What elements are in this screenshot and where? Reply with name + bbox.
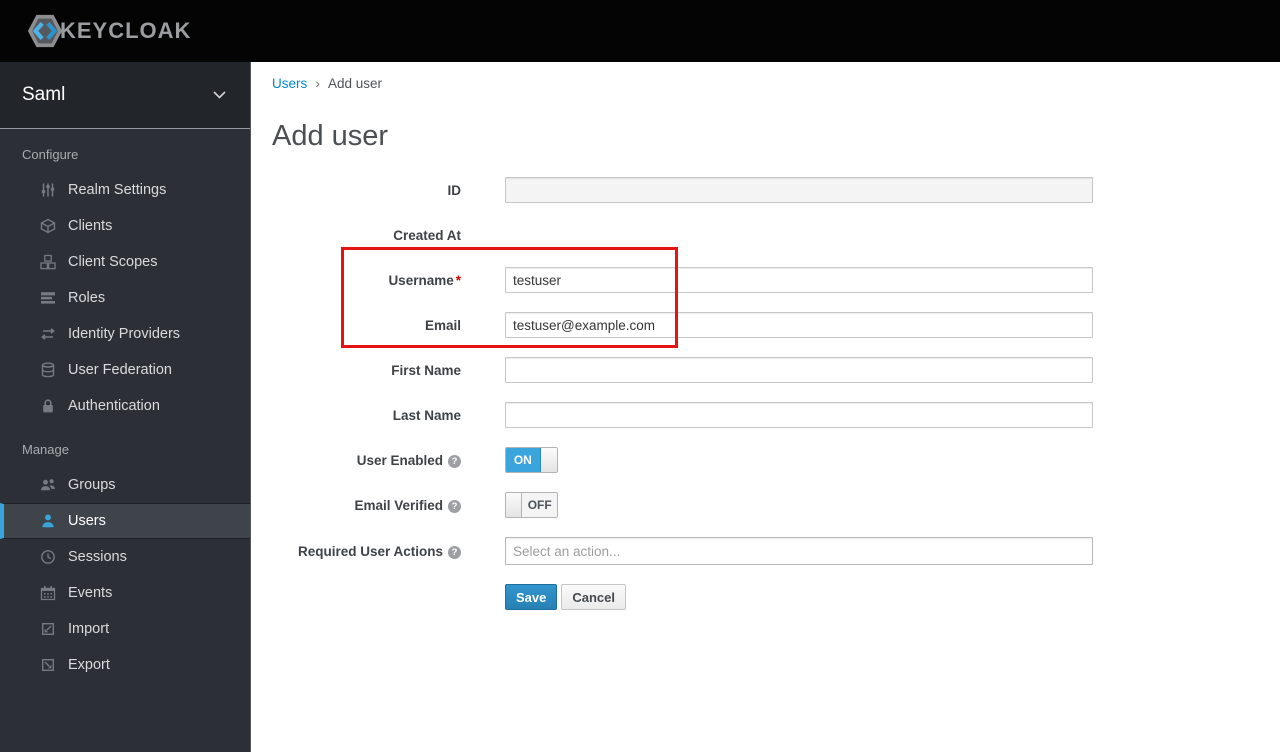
cubes-icon	[40, 254, 56, 270]
clock-icon	[40, 549, 56, 565]
help-icon[interactable]: ?	[448, 499, 461, 513]
required-user-actions-select[interactable]	[505, 537, 1093, 565]
lock-icon	[40, 398, 56, 414]
sidebar-item-label: Authentication	[68, 398, 160, 414]
realm-name: Saml	[22, 84, 66, 105]
app-header: KEYCLOAK	[0, 0, 1280, 62]
email-verified-toggle[interactable]: OFF	[505, 492, 558, 518]
form-row-user-enabled: User Enabled? ON	[272, 447, 1093, 473]
last-name-field[interactable]	[505, 402, 1093, 428]
sidebar-item-user-federation[interactable]: User Federation	[0, 352, 250, 388]
user-enabled-toggle[interactable]: ON	[505, 447, 558, 473]
cube-icon	[40, 218, 56, 234]
sidebar-section-configure: Configure	[22, 147, 79, 162]
toggle-handle	[540, 448, 557, 472]
sidebar-item-label: User Federation	[68, 362, 172, 378]
email-verified-label: Email Verified?	[272, 498, 461, 513]
form-row-required-user-actions: Required User Actions?	[272, 537, 1093, 565]
realm-selector[interactable]: Saml	[0, 62, 250, 129]
sidebar-item-label: Export	[68, 657, 110, 673]
help-icon[interactable]: ?	[448, 454, 461, 468]
cancel-button[interactable]: Cancel	[561, 584, 627, 610]
sidebar-item-roles[interactable]: Roles	[0, 280, 250, 316]
database-icon	[40, 362, 56, 378]
toggle-handle	[506, 493, 523, 517]
last-name-label: Last Name	[392, 407, 461, 423]
form-row-username: Username *	[272, 267, 1093, 293]
username-label: Username *	[388, 272, 461, 288]
first-name-label: First Name	[391, 362, 461, 378]
sidebar-item-groups[interactable]: Groups	[0, 467, 250, 503]
required-user-actions-label: Required User Actions?	[272, 544, 461, 559]
breadcrumb-separator-icon: ›	[315, 75, 320, 91]
sidebar-item-label: Sessions	[68, 549, 127, 565]
email-field[interactable]	[505, 312, 1093, 338]
username-field[interactable]	[505, 267, 1093, 293]
sidebar-item-authentication[interactable]: Authentication	[0, 388, 250, 424]
sidebar-item-label: Users	[68, 513, 106, 529]
form-row-email: Email	[272, 312, 1093, 338]
sliders-icon	[40, 182, 56, 198]
sidebar-item-events[interactable]: Events	[0, 575, 250, 611]
sidebar-item-label: Roles	[68, 290, 106, 306]
user-icon	[40, 513, 56, 529]
sidebar-item-sessions[interactable]: Sessions	[0, 539, 250, 575]
sidebar-item-export[interactable]: Export	[0, 647, 250, 683]
list-icon	[40, 290, 56, 306]
calendar-icon	[40, 585, 56, 601]
sidebar-item-import[interactable]: Import	[0, 611, 250, 647]
required-asterisk: *	[455, 272, 461, 288]
created-at-label: Created At	[393, 227, 461, 243]
sidebar-item-client-scopes[interactable]: Client Scopes	[0, 244, 250, 280]
form-row-id: ID	[272, 177, 1093, 203]
form-row-email-verified: Email Verified? OFF	[272, 492, 1093, 518]
id-field[interactable]	[505, 177, 1093, 203]
chevron-down-icon	[213, 91, 226, 99]
sidebar-item-label: Events	[68, 585, 113, 601]
sidebar: Saml Configure Realm Settings Clients Cl…	[0, 62, 251, 752]
exchange-arrows-icon	[40, 326, 56, 342]
breadcrumb: Users › Add user	[272, 75, 382, 91]
import-icon	[40, 621, 56, 637]
sidebar-item-label: Import	[68, 621, 110, 637]
form-row-last-name: Last Name	[272, 402, 1093, 428]
sidebar-item-clients[interactable]: Clients	[0, 208, 250, 244]
form-actions: Save Cancel	[505, 584, 1093, 610]
sidebar-item-identity-providers[interactable]: Identity Providers	[0, 316, 250, 352]
add-user-form: ID Created At Username* Email First Name…	[272, 177, 1093, 610]
form-row-created-at: Created At	[272, 222, 1093, 248]
toggle-on-label: ON	[506, 448, 541, 472]
sidebar-item-label: Client Scopes	[68, 254, 158, 270]
form-row-first-name: First Name	[272, 357, 1093, 383]
user-enabled-label: User Enabled?	[272, 453, 461, 468]
toggle-off-label: OFF	[522, 493, 557, 517]
email-label: Email	[424, 317, 461, 333]
keycloak-hexagon-icon	[26, 12, 64, 50]
sidebar-section-manage: Manage	[22, 442, 69, 457]
help-icon[interactable]: ?	[448, 545, 461, 559]
sidebar-item-label: Clients	[68, 218, 113, 234]
keycloak-logo[interactable]: KEYCLOAK	[26, 12, 191, 50]
sidebar-item-users[interactable]: Users	[0, 503, 250, 539]
groups-icon	[40, 477, 56, 493]
page-title: Add user	[272, 120, 389, 152]
export-icon	[40, 657, 56, 673]
sidebar-item-label: Realm Settings	[68, 182, 167, 198]
sidebar-item-realm-settings[interactable]: Realm Settings	[0, 172, 250, 208]
breadcrumb-users-link[interactable]: Users	[272, 76, 307, 91]
id-label: ID	[447, 182, 462, 198]
sidebar-item-label: Identity Providers	[68, 326, 181, 342]
logo-wordmark: KEYCLOAK	[60, 18, 192, 43]
breadcrumb-current: Add user	[327, 75, 382, 91]
main-content: Users › Add user Add user ID Created At …	[251, 62, 1280, 752]
first-name-field[interactable]	[505, 357, 1093, 383]
save-button[interactable]: Save	[505, 584, 558, 610]
sidebar-item-label: Groups	[68, 477, 116, 493]
